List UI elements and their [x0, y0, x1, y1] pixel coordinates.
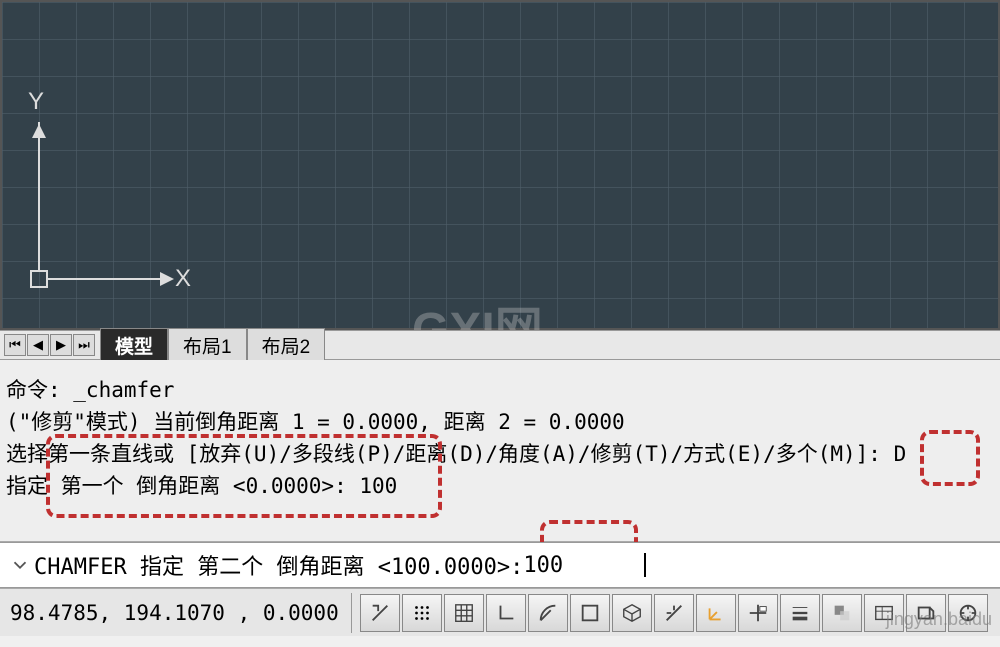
lineweight-icon: [789, 602, 811, 624]
layout-tab-bar: ⏮ ◀ ▶ ⏭ 模型 布局1 布局2: [0, 330, 1000, 360]
otrack-icon: [663, 602, 685, 624]
transparency-icon: [831, 602, 853, 624]
3dsnap-button[interactable]: [612, 594, 652, 632]
chevron-down-icon: [9, 554, 31, 576]
tab-label: 布局1: [183, 337, 232, 358]
coordinates-display[interactable]: 98.4785, 194.1070 , 0.0000: [0, 601, 349, 625]
ucs-y-label: Y: [28, 88, 44, 116]
ucs-x-label: X: [175, 265, 191, 293]
attribution-watermark: jingyan.baidu: [886, 609, 992, 630]
tab-layout2[interactable]: 布局2: [247, 328, 326, 362]
polar-button[interactable]: [528, 594, 568, 632]
transparency-button[interactable]: [822, 594, 862, 632]
otrack-button[interactable]: [654, 594, 694, 632]
tab-label: 布局2: [262, 337, 311, 358]
dyn-button[interactable]: [738, 594, 778, 632]
history-line: 选择第一条直线或 [放弃(U)/多段线(P)/距离(D)/角度(A)/修剪(T)…: [6, 438, 994, 470]
grid-button[interactable]: [444, 594, 484, 632]
history-line: 命令: _chamfer: [6, 374, 994, 406]
history-line: 指定 第一个 倒角距离 <0.0000>: 100: [6, 470, 994, 502]
ucs-icon: X Y: [30, 118, 170, 288]
3dsnap-icon: [621, 602, 643, 624]
osnap-button[interactable]: [570, 594, 610, 632]
command-history-toggle[interactable]: [6, 551, 34, 579]
snap-button[interactable]: [402, 594, 442, 632]
tab-nav-last[interactable]: ⏭: [73, 334, 95, 356]
command-input-bar[interactable]: CHAMFER 指定 第二个 倒角距离 <100.0000>: 100: [0, 542, 1000, 588]
infer-constraints-icon: [369, 602, 391, 624]
ortho-button[interactable]: [486, 594, 526, 632]
dyn-icon: [747, 602, 769, 624]
tab-label: 模型: [115, 337, 153, 358]
command-history: 命令: _chamfer ("修剪"模式) 当前倒角距离 1 = 0.0000,…: [0, 360, 1000, 542]
snap-grid-icon: [411, 602, 433, 624]
tab-nav-next[interactable]: ▶: [50, 334, 72, 356]
tab-nav-prev[interactable]: ◀: [27, 334, 49, 356]
status-bar: 98.4785, 194.1070 , 0.0000 jingyan.baidu: [0, 588, 1000, 636]
tab-nav-first[interactable]: ⏮: [4, 334, 26, 356]
history-line: ("修剪"模式) 当前倒角距离 1 = 0.0000, 距离 2 = 0.000…: [6, 406, 994, 438]
command-prompt: CHAMFER 指定 第二个 倒角距离 <100.0000>:: [34, 549, 523, 581]
lineweight-button[interactable]: [780, 594, 820, 632]
tab-layout1[interactable]: 布局1: [168, 328, 247, 362]
tab-model[interactable]: 模型: [100, 328, 168, 362]
text-cursor: [644, 553, 646, 577]
grid-display-icon: [453, 602, 475, 624]
command-input[interactable]: 100: [523, 553, 643, 578]
polar-icon: [537, 602, 559, 624]
drawing-canvas[interactable]: X Y GXI网 system.com: [0, 0, 1000, 330]
osnap-icon: [579, 602, 601, 624]
ducs-icon: [705, 602, 727, 624]
ducs-button[interactable]: [696, 594, 736, 632]
infer-constraints-button[interactable]: [360, 594, 400, 632]
ortho-icon: [495, 602, 517, 624]
